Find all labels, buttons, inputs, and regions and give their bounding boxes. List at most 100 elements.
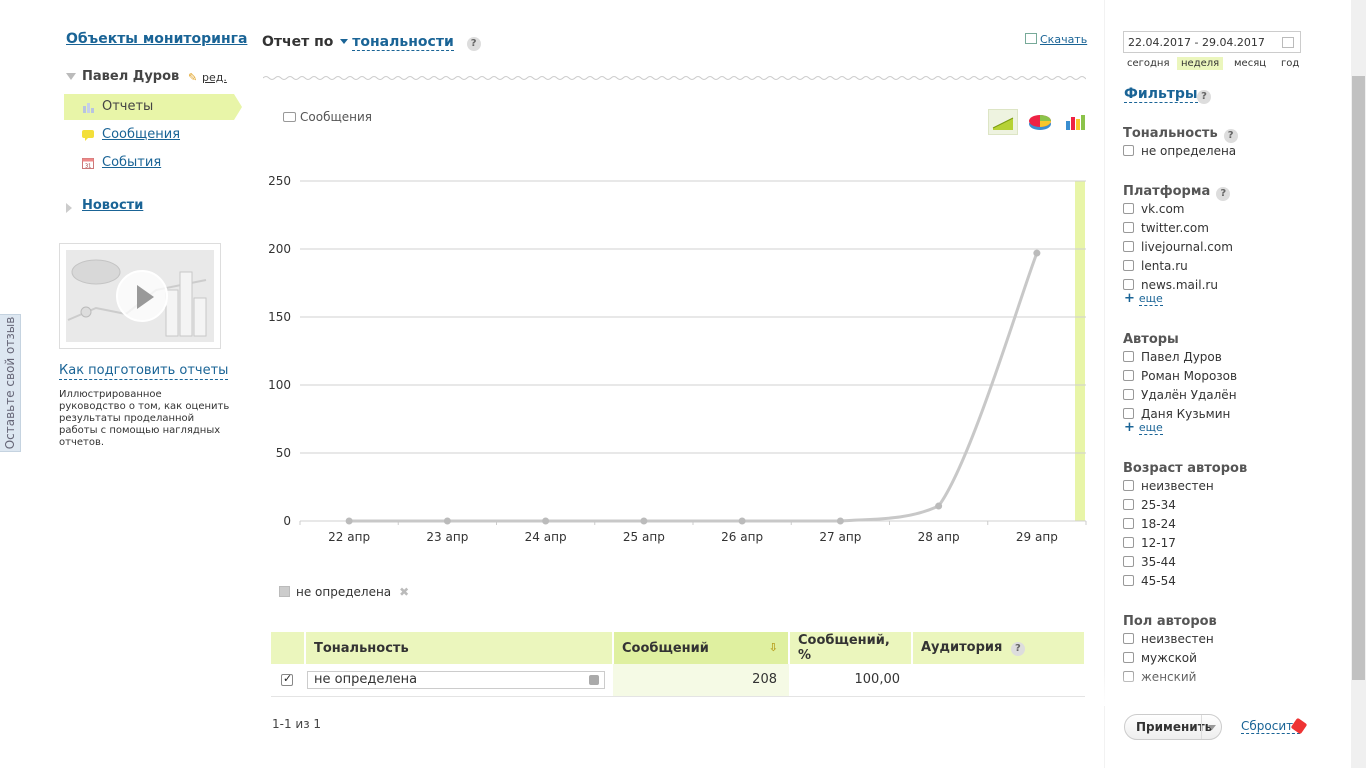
download-link[interactable]: Скачать	[1025, 33, 1087, 46]
filter-option[interactable]: 45-54	[1123, 574, 1176, 588]
help-icon[interactable]: ?	[1197, 90, 1211, 104]
monitoring-objects-link[interactable]: Объекты мониторинга	[66, 31, 247, 47]
help-icon[interactable]: ?	[1010, 642, 1025, 656]
period-year[interactable]: год	[1277, 57, 1303, 70]
remove-series-icon[interactable]: ✖	[399, 585, 409, 599]
y-tick-label: 250	[268, 174, 291, 188]
y-tick-label: 0	[283, 514, 291, 528]
filter-checkbox[interactable]	[1123, 499, 1134, 510]
filter-checkbox[interactable]	[1123, 556, 1134, 567]
filter-option[interactable]: неизвестен	[1123, 632, 1214, 646]
series-label-text: Сообщения	[300, 110, 373, 124]
filter-checkbox[interactable]	[1123, 260, 1134, 271]
period-today[interactable]: сегодня	[1123, 57, 1174, 70]
filter-option[interactable]: livejournal.com	[1123, 240, 1233, 254]
filter-checkbox[interactable]	[1123, 389, 1134, 400]
nav-item-events[interactable]: 31 События	[64, 150, 234, 176]
data-point	[738, 517, 746, 525]
filter-checkbox[interactable]	[1123, 537, 1134, 548]
filter-checkbox[interactable]	[1123, 222, 1134, 233]
filter-option[interactable]: не определена	[1123, 144, 1236, 158]
filter-option[interactable]: Павел Дуров	[1123, 350, 1222, 364]
filter-checkbox[interactable]	[1123, 518, 1134, 529]
show-more-label: еще	[1138, 292, 1163, 306]
chart-type-area-button[interactable]	[988, 109, 1018, 135]
tone-selector[interactable]: тональности	[352, 34, 454, 51]
filter-option-label: Даня Кузьмин	[1141, 407, 1231, 421]
help-icon[interactable]: ?	[466, 37, 481, 51]
show-more-link[interactable]: + еще	[1124, 291, 1163, 306]
filter-option[interactable]: 25-34	[1123, 498, 1176, 512]
help-icon[interactable]: ?	[1223, 129, 1238, 143]
nav-item-reports[interactable]: Отчеты	[64, 94, 242, 120]
calendar-icon: 31	[82, 158, 94, 169]
feedback-tab[interactable]: Оставьте свой отзыв	[0, 314, 21, 452]
apply-dropdown-icon[interactable]	[1201, 715, 1221, 739]
filter-option-label: Павел Дуров	[1141, 350, 1222, 364]
filter-option[interactable]: мужской	[1123, 651, 1197, 665]
filter-group-title-text: Тональность	[1123, 126, 1218, 141]
collapse-triangle-icon[interactable]	[66, 73, 76, 80]
filter-option[interactable]: неизвестен	[1123, 479, 1214, 493]
date-range-value: 22.04.2017 - 29.04.2017	[1128, 36, 1265, 49]
plus-icon: +	[1124, 420, 1135, 435]
excel-icon	[1025, 33, 1037, 44]
filter-checkbox[interactable]	[1123, 408, 1134, 419]
date-range-input[interactable]: 22.04.2017 - 29.04.2017	[1123, 31, 1301, 53]
filter-checkbox[interactable]	[1123, 652, 1134, 663]
legend-label: не определена	[296, 585, 392, 599]
row-checkbox[interactable]	[281, 672, 293, 686]
tone-value-field[interactable]: не определена	[307, 670, 605, 689]
filter-checkbox[interactable]	[1123, 145, 1134, 156]
column-header-count[interactable]: Сообщений ⇩	[613, 632, 790, 664]
filter-checkbox[interactable]	[1123, 575, 1134, 586]
filter-group-title-text: Авторы	[1123, 332, 1179, 347]
filters-title[interactable]: Фильтры	[1124, 86, 1198, 103]
filter-option-label: lenta.ru	[1141, 259, 1188, 273]
calendar-icon[interactable]	[1282, 37, 1294, 48]
filter-checkbox[interactable]	[1123, 480, 1134, 491]
audience-cell	[912, 664, 1085, 697]
filter-option[interactable]: Роман Морозов	[1123, 369, 1237, 383]
filter-option[interactable]: 35-44	[1123, 555, 1176, 569]
period-week[interactable]: неделя	[1177, 57, 1224, 70]
video-thumbnail[interactable]	[59, 243, 221, 349]
filter-option-label: 25-34	[1141, 498, 1176, 512]
x-tick-label: 23 апр	[426, 530, 468, 544]
filter-checkbox[interactable]	[1123, 241, 1134, 252]
filter-option[interactable]: twitter.com	[1123, 221, 1209, 235]
edit-link[interactable]: ✎ ред.	[188, 71, 227, 84]
filter-option[interactable]: vk.com	[1123, 202, 1185, 216]
column-header-percent[interactable]: Сообщений, %	[789, 632, 913, 664]
filter-option[interactable]: news.mail.ru	[1123, 278, 1218, 292]
column-header-audience[interactable]: Аудитория ?	[912, 632, 1086, 664]
filter-option[interactable]: 12-17	[1123, 536, 1176, 550]
help-icon[interactable]: ?	[1216, 187, 1231, 201]
chart-type-pie-button[interactable]	[1025, 109, 1055, 135]
filter-option-label: vk.com	[1141, 202, 1185, 216]
nav-item-label: Сообщения	[102, 127, 181, 142]
report-title: Отчет по тональности ?	[262, 34, 481, 51]
results-table: Тональность Сообщений ⇩ Сообщений, % Ауди…	[271, 632, 1086, 697]
filter-option[interactable]: 18-24	[1123, 517, 1176, 531]
apply-button[interactable]: Применить	[1124, 714, 1222, 740]
show-more-link[interactable]: + еще	[1124, 420, 1163, 435]
filter-option[interactable]: Даня Кузьмин	[1123, 407, 1230, 421]
filter-option[interactable]: lenta.ru	[1123, 259, 1188, 273]
filter-checkbox[interactable]	[1123, 351, 1134, 362]
guide-link[interactable]: Как подготовить отчеты	[59, 363, 229, 380]
filter-checkbox[interactable]	[1123, 633, 1134, 644]
filter-checkbox[interactable]	[1123, 203, 1134, 214]
column-header-tone[interactable]: Тональность	[305, 632, 614, 664]
period-month[interactable]: месяц	[1230, 57, 1270, 70]
bar-chart-icon	[83, 103, 94, 113]
filter-checkbox[interactable]	[1123, 370, 1134, 381]
nav-item-messages[interactable]: Сообщения	[64, 122, 234, 148]
filter-option[interactable]: Удалён Удалён	[1123, 388, 1237, 402]
scrollbar-thumb[interactable]	[1352, 76, 1365, 680]
dropdown-caret-icon[interactable]	[340, 39, 349, 44]
chart-type-bar-button[interactable]	[1060, 109, 1090, 135]
play-icon[interactable]	[116, 270, 168, 322]
filter-checkbox[interactable]	[1123, 279, 1134, 290]
x-tick-label: 28 апр	[918, 530, 960, 544]
